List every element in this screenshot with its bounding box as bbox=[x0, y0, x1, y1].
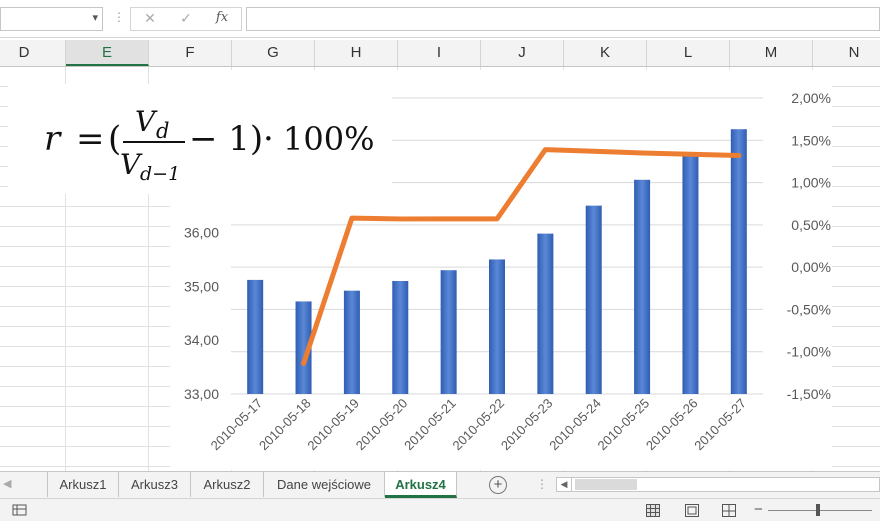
formula-buttons: ✕ ✓ fx bbox=[130, 7, 242, 31]
right-axis-tick-label: 0,50% bbox=[791, 217, 831, 233]
right-axis-tick-label: -0,50% bbox=[787, 301, 831, 317]
enter-icon[interactable]: ✓ bbox=[175, 10, 197, 27]
sheet-tab-dane-wejściowe[interactable]: Dane wejściowe bbox=[264, 472, 385, 497]
formula-times: · bbox=[263, 119, 274, 159]
macro-record-icon[interactable] bbox=[12, 503, 28, 517]
sheet-tab-arkusz1[interactable]: Arkusz1 bbox=[47, 472, 119, 497]
x-axis-tick-label: 2010-05-27 bbox=[691, 396, 749, 454]
column-header-l[interactable]: L bbox=[647, 40, 730, 66]
sheet-tab-arkusz4[interactable]: Arkusz4 bbox=[385, 472, 457, 498]
right-axis-tick-label: 0,00% bbox=[791, 259, 831, 275]
chart-bar bbox=[730, 129, 747, 394]
column-header-i[interactable]: I bbox=[398, 40, 481, 66]
formula-minus-one: − 1) bbox=[189, 119, 263, 159]
column-header-f[interactable]: F bbox=[149, 40, 232, 66]
chart-bar bbox=[682, 156, 699, 394]
column-header-e[interactable]: E bbox=[66, 40, 149, 66]
chart-bar bbox=[537, 233, 554, 394]
formula-equals: = bbox=[76, 119, 105, 159]
formula-input[interactable] bbox=[246, 7, 880, 31]
sheet-tab-arkusz3[interactable]: Arkusz3 bbox=[119, 472, 191, 497]
chart-bar bbox=[440, 270, 457, 394]
page-layout-icon[interactable] bbox=[685, 504, 699, 517]
chart-bar bbox=[634, 179, 651, 394]
normal-view-icon[interactable] bbox=[646, 504, 660, 517]
right-axis-tick-label: -1,00% bbox=[787, 344, 831, 360]
right-axis-tick-label: 2,00% bbox=[791, 90, 831, 106]
chart-bar bbox=[585, 205, 602, 394]
zoom-slider[interactable] bbox=[768, 510, 872, 511]
formula-denominator-sub: d−1 bbox=[140, 163, 180, 185]
zoom-out-button[interactable]: − bbox=[754, 501, 763, 518]
formula-bar: ▾ ⋮ ✕ ✓ fx bbox=[0, 0, 880, 38]
sheet-tab-arkusz2[interactable]: Arkusz2 bbox=[191, 472, 264, 497]
page-break-preview-icon[interactable] bbox=[722, 504, 736, 517]
column-header-k[interactable]: K bbox=[564, 40, 647, 66]
formula-numerator-sub: d bbox=[156, 119, 169, 143]
tab-splitter-grip[interactable]: ⋮ bbox=[536, 477, 548, 491]
scroll-tabs-left-icon[interactable]: ◀ bbox=[3, 477, 11, 490]
chart-bar bbox=[489, 259, 505, 394]
insert-function-icon[interactable]: fx bbox=[211, 10, 233, 25]
horizontal-scrollbar[interactable]: ◀ bbox=[556, 477, 880, 492]
fraction-bar bbox=[123, 141, 185, 143]
right-axis-tick-label: 1,50% bbox=[791, 132, 831, 148]
left-axis-tick-label: 34,00 bbox=[184, 332, 219, 348]
add-sheet-button[interactable]: + bbox=[489, 476, 507, 494]
right-axis-tick-label: -1,50% bbox=[787, 386, 831, 402]
formula-image[interactable]: r = ( V d V d−1 − 1) · 100% bbox=[8, 84, 392, 194]
chart-bar bbox=[247, 279, 264, 394]
column-header-n[interactable]: N bbox=[813, 40, 880, 66]
column-header-d[interactable]: D bbox=[0, 40, 66, 66]
formula-bar-grip[interactable]: ⋮ bbox=[113, 10, 125, 24]
chart-bar bbox=[392, 280, 409, 394]
formula-percent: 100% bbox=[283, 120, 374, 158]
left-axis-tick-label: 33,00 bbox=[184, 386, 219, 402]
right-axis-tick-label: 1,00% bbox=[791, 175, 831, 191]
scroll-left-icon[interactable]: ◀ bbox=[557, 478, 572, 491]
column-headers: DEFGHIJKLMN bbox=[0, 40, 880, 67]
name-box[interactable]: ▾ bbox=[0, 7, 103, 31]
column-header-g[interactable]: G bbox=[232, 40, 315, 66]
zoom-slider-thumb[interactable] bbox=[816, 504, 820, 516]
column-header-j[interactable]: J bbox=[481, 40, 564, 66]
formula-lhs: r bbox=[44, 119, 62, 159]
left-axis-tick-label: 35,00 bbox=[184, 278, 219, 294]
formula-svg: r = ( V d V d−1 − 1) · 100% bbox=[44, 105, 374, 185]
left-axis-tick-label: 36,00 bbox=[184, 225, 219, 241]
column-header-m[interactable]: M bbox=[730, 40, 813, 66]
scrollbar-thumb[interactable] bbox=[575, 479, 637, 490]
chart-bar bbox=[343, 290, 360, 394]
cancel-icon[interactable]: ✕ bbox=[139, 10, 161, 27]
column-header-h[interactable]: H bbox=[315, 40, 398, 66]
sheet-tab-bar: ◀ + ⋮ ◀ Arkusz1 Arkusz3 Arkusz2 Dane wejści… bbox=[0, 471, 880, 498]
status-bar: − bbox=[0, 498, 880, 521]
chevron-down-icon[interactable]: ▾ bbox=[92, 11, 98, 24]
formula-numerator: V bbox=[135, 105, 158, 138]
